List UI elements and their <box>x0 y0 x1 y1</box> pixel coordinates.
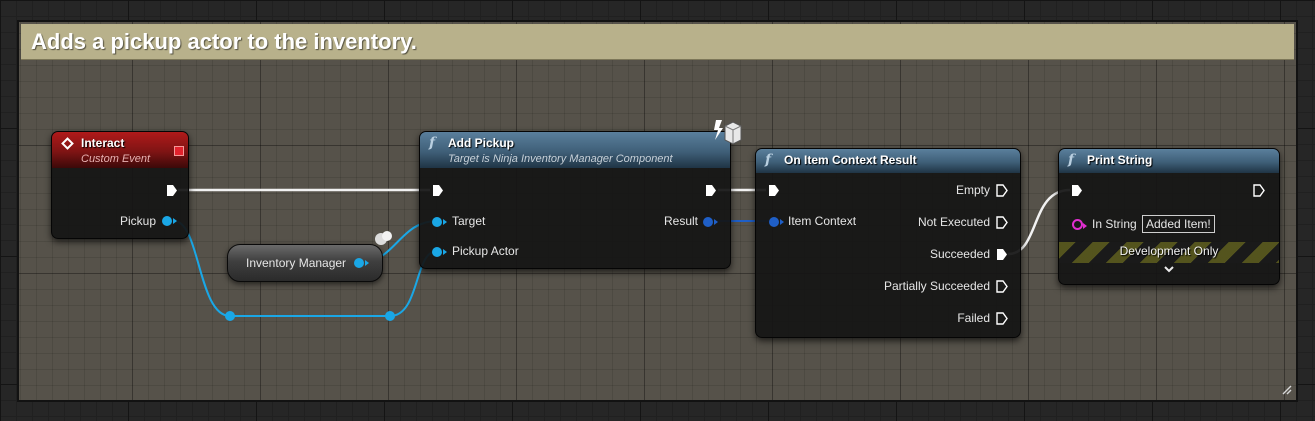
succeeded-exec-pin[interactable] <box>996 248 1008 261</box>
inventory-manager-variable-node[interactable]: Inventory Manager <box>227 244 383 282</box>
node-title: On Item Context Result <box>784 153 917 167</box>
latent-icon <box>714 120 742 145</box>
delegate-pin[interactable] <box>174 146 184 156</box>
globe-icon <box>375 231 392 245</box>
in-string-value-field[interactable]: Added Item! <box>1142 215 1215 233</box>
pin-label-partially-succeeded: Partially Succeeded <box>883 279 990 293</box>
pin-label-target: Target <box>452 214 486 228</box>
failed-exec-pin[interactable] <box>996 312 1008 325</box>
context-result-node-header[interactable]: f On Item Context Result <box>756 149 1020 173</box>
node-title: Add Pickup <box>448 136 515 150</box>
target-pin[interactable] <box>432 217 447 227</box>
print-string-node[interactable]: f Print String In String Added Item! Dev… <box>1058 148 1280 285</box>
pin-label-succeeded: Succeeded <box>929 247 990 261</box>
function-icon: f <box>1068 152 1075 168</box>
development-only-label: Development Only <box>1119 244 1219 258</box>
node-subtitle: Custom Event <box>81 153 151 165</box>
pickup-actor-pin[interactable] <box>432 247 447 257</box>
inventory-manager-out-pin[interactable] <box>354 258 369 268</box>
expand-arrow-icon[interactable] <box>1059 262 1279 276</box>
pin-label-item-context: Item Context <box>788 214 857 228</box>
comment-title[interactable]: Adds a pickup actor to the inventory. <box>21 24 1294 60</box>
pin-label-not-executed: Not Executed <box>917 215 990 229</box>
pin-label-failed: Failed <box>957 311 990 325</box>
resize-grip-icon[interactable] <box>1278 383 1292 397</box>
pin-label-empty: Empty <box>955 183 990 197</box>
node-subtitle: Target is Ninja Inventory Manager Compon… <box>448 153 673 165</box>
function-icon: f <box>429 135 436 151</box>
exec-out-pin[interactable] <box>1253 184 1265 197</box>
pin-label-result: Result <box>663 214 698 228</box>
not-executed-exec-pin[interactable] <box>996 216 1008 229</box>
pin-label-in-string: In String <box>1092 217 1137 231</box>
result-pin[interactable] <box>703 217 718 227</box>
add-pickup-node[interactable]: f Add Pickup Target is Ninja Inventory M… <box>419 131 731 269</box>
interact-event-node[interactable]: Interact Custom Event Pickup <box>51 131 189 239</box>
on-item-context-result-node[interactable]: f On Item Context Result Item Context Em… <box>755 148 1021 338</box>
node-title: Print String <box>1087 153 1153 167</box>
node-title: Interact <box>81 136 125 150</box>
add-pickup-node-header[interactable]: f Add Pickup Target is Ninja Inventory M… <box>420 132 730 168</box>
partially-succeeded-exec-pin[interactable] <box>996 280 1008 293</box>
exec-in-pin[interactable] <box>432 184 444 197</box>
variable-label: Inventory Manager <box>246 256 347 270</box>
exec-out-pin[interactable] <box>705 184 717 197</box>
function-icon: f <box>765 152 772 168</box>
exec-in-pin[interactable] <box>768 184 780 197</box>
item-context-pin[interactable] <box>769 217 784 227</box>
pickup-pin[interactable] <box>162 216 177 226</box>
event-icon <box>61 137 74 150</box>
exec-in-pin[interactable] <box>1071 184 1083 197</box>
exec-out-pin[interactable] <box>166 184 178 197</box>
print-string-node-header[interactable]: f Print String <box>1059 149 1279 173</box>
pin-label-pickup: Pickup <box>119 214 156 228</box>
interact-node-header[interactable]: Interact Custom Event <box>52 132 188 168</box>
pin-label-pickup-actor: Pickup Actor <box>452 244 519 258</box>
empty-exec-pin[interactable] <box>996 184 1008 197</box>
in-string-pin[interactable] <box>1072 219 1087 230</box>
